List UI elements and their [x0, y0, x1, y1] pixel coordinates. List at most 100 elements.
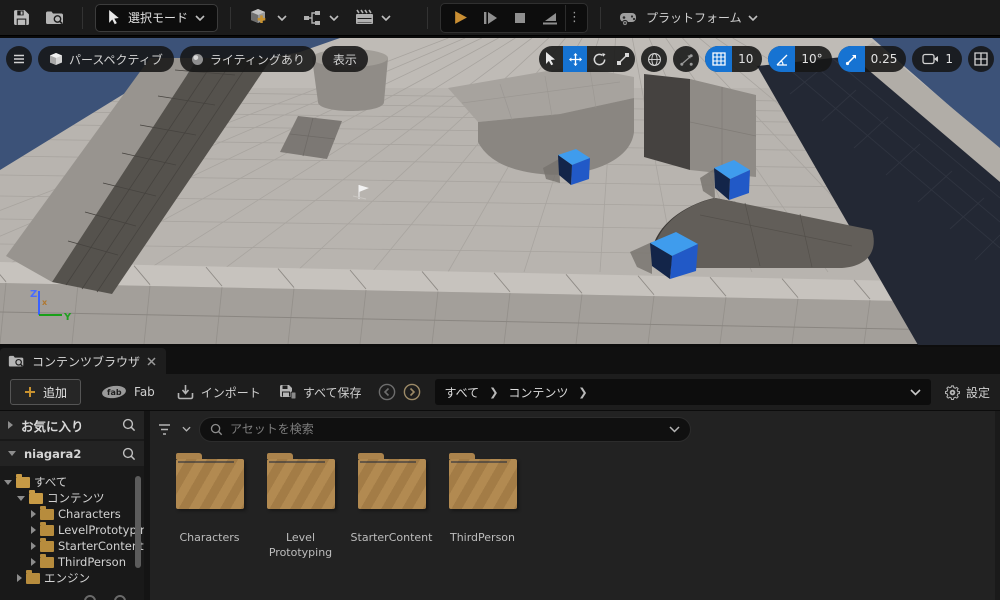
stop-button[interactable]: [505, 5, 535, 31]
close-icon[interactable]: [147, 357, 156, 366]
breadcrumb: すべて ❯ コンテンツ ❯: [435, 379, 931, 405]
cinematics-dropdown[interactable]: [349, 4, 397, 32]
scale-tool-button[interactable]: [611, 46, 635, 72]
fab-label: Fab: [134, 385, 155, 399]
settings-button[interactable]: 設定: [945, 384, 990, 401]
asset-scrollbar-track[interactable]: [995, 411, 1000, 600]
rotation-snap-control[interactable]: 10°: [768, 46, 831, 72]
tree-scrollbar[interactable]: [135, 476, 141, 568]
filter-icon[interactable]: [158, 423, 174, 436]
expand-arrow-icon[interactable]: [17, 574, 22, 582]
surface-snapping-button[interactable]: [673, 46, 699, 72]
folder-label: StarterContent: [348, 531, 436, 546]
level-viewport[interactable]: Z Y x パースペクティブ ライティングあり 表示: [0, 36, 1000, 347]
save-all-button[interactable]: すべて保存: [279, 384, 362, 401]
collapse-arrow-icon[interactable]: [17, 496, 25, 501]
add-actor-dropdown[interactable]: [243, 4, 293, 32]
favorites-header[interactable]: お気に入り: [0, 411, 144, 439]
asset-search-input[interactable]: [230, 422, 662, 436]
breadcrumb-item-all[interactable]: すべて: [445, 384, 480, 401]
asset-view: Characters Level Prototyping StarterCont…: [150, 411, 1000, 600]
collapse-arrow-icon[interactable]: [4, 480, 12, 485]
sidebar-bottom-cut: [0, 592, 144, 600]
tree-item-content[interactable]: コンテンツ: [0, 490, 144, 506]
folder-item-startercontent[interactable]: StarterContent: [346, 455, 437, 561]
folder-item-thirdperson[interactable]: ThirdPerson: [437, 455, 528, 561]
folder-label: Characters: [166, 531, 254, 546]
rotate-icon: [592, 52, 607, 67]
viewport-toolbar: パースペクティブ ライティングあり 表示: [0, 46, 1000, 72]
chevron-down-icon[interactable]: [182, 426, 191, 432]
folder-grid: Characters Level Prototyping StarterCont…: [150, 447, 1000, 561]
fab-button[interactable]: fab Fab: [101, 385, 155, 399]
content-browser-button[interactable]: [40, 4, 70, 32]
add-button[interactable]: 追加: [10, 379, 81, 405]
scale-snap-control[interactable]: 0.25: [838, 46, 907, 72]
import-label: インポート: [201, 384, 261, 401]
viewport-options-button[interactable]: [6, 46, 32, 72]
select-tool-button[interactable]: [539, 46, 563, 72]
tree-item-startercontent[interactable]: StarterContent: [0, 538, 144, 554]
scale-snap-value: 0.25: [865, 46, 907, 72]
folder-item-levelprototyping[interactable]: Level Prototyping: [255, 455, 346, 561]
frame-skip-button[interactable]: [475, 5, 505, 31]
grid-snap-control[interactable]: 10: [705, 46, 762, 72]
expand-arrow-icon[interactable]: [31, 526, 36, 534]
eject-button[interactable]: [535, 5, 565, 31]
rotate-tool-button[interactable]: [587, 46, 611, 72]
step-forward-icon: [483, 11, 498, 25]
asset-search-field[interactable]: [199, 417, 691, 442]
platforms-dropdown[interactable]: プラットフォーム: [613, 4, 764, 32]
selection-mode-dropdown[interactable]: 選択モード: [95, 4, 218, 32]
tree-item-label: エンジン: [44, 570, 90, 586]
select-cursor-icon: [545, 52, 557, 66]
path-dropdown-icon[interactable]: [910, 389, 921, 396]
blueprint-nodes-icon: [303, 10, 323, 26]
tree-item-engine[interactable]: エンジン: [0, 570, 144, 586]
tree-item-levelprototyping[interactable]: LevelPrototyping: [0, 522, 144, 538]
tree-item-thirdperson[interactable]: ThirdPerson: [0, 554, 144, 570]
fab-logo-icon: fab: [101, 385, 127, 399]
search-icon[interactable]: [122, 418, 136, 432]
search-icon[interactable]: [122, 447, 136, 461]
perspective-dropdown[interactable]: パースペクティブ: [38, 46, 174, 72]
expand-arrow-icon[interactable]: [8, 421, 13, 429]
folder-icon: [449, 459, 517, 509]
chevron-down-icon: [381, 15, 391, 21]
view-mode-dropdown[interactable]: ライティングあり: [180, 46, 316, 72]
back-button[interactable]: [378, 383, 396, 401]
chevron-down-icon: [329, 15, 339, 21]
gamepad-icon: [619, 10, 640, 26]
folder-label: ThirdPerson: [439, 531, 527, 546]
folder-item-characters[interactable]: Characters: [164, 455, 255, 561]
saved-search-chevron-icon[interactable]: [669, 426, 680, 433]
expand-arrow-icon[interactable]: [31, 510, 36, 518]
expand-arrow-icon[interactable]: [31, 558, 36, 566]
grid-snap-value: 10: [732, 46, 762, 72]
viewport-layout-button[interactable]: [968, 46, 994, 72]
project-header[interactable]: niagara2: [0, 441, 144, 466]
show-label: 表示: [333, 51, 357, 68]
folder-icon: [358, 459, 426, 509]
blueprints-dropdown[interactable]: [297, 4, 345, 32]
expand-arrow-icon[interactable]: [31, 542, 36, 550]
save-level-button[interactable]: [6, 4, 36, 32]
collapse-arrow-icon[interactable]: [8, 451, 16, 456]
play-options-button[interactable]: ⋮: [565, 5, 583, 31]
search-icon: [210, 423, 223, 436]
move-tool-button[interactable]: [563, 46, 587, 72]
tree-item-characters[interactable]: Characters: [0, 506, 144, 522]
breadcrumb-item-content[interactable]: コンテンツ: [508, 384, 568, 401]
tree-item-all[interactable]: すべて: [0, 474, 144, 490]
import-button[interactable]: インポート: [177, 384, 261, 401]
transform-tools: [539, 46, 635, 72]
cube-plus-icon: [249, 8, 271, 28]
show-dropdown[interactable]: 表示: [322, 46, 368, 72]
forward-button[interactable]: [403, 383, 421, 401]
play-button[interactable]: [445, 5, 475, 31]
quad-view-icon: [974, 52, 988, 66]
world-coordinate-button[interactable]: [641, 46, 667, 72]
camera-speed-control[interactable]: 1: [912, 46, 962, 72]
grid-snap-icon: [712, 52, 726, 66]
content-browser-tab[interactable]: コンテンツブラウザ: [0, 348, 166, 374]
